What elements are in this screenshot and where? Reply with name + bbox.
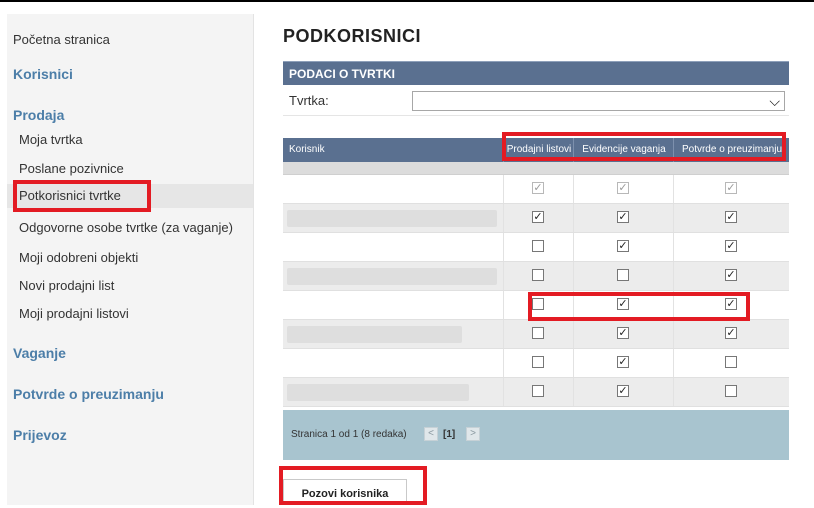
pager: Stranica 1 od 1 (8 redaka) < [1] > — [283, 410, 789, 460]
pager-text: Stranica 1 od 1 (8 redaka) — [291, 429, 407, 440]
user-name-cell — [287, 384, 469, 401]
sidebar-item-home[interactable]: Početna stranica — [13, 32, 110, 47]
table-row[interactable]: ✓ ✓ ✓ — [283, 204, 789, 233]
pager-prev-button[interactable]: < — [424, 427, 438, 441]
checked-checkbox[interactable]: ✓ — [725, 240, 737, 252]
column-header-potvrde[interactable]: Potvrde o preuzimanju — [673, 138, 790, 162]
sidebar-item-poslane-pozivnice[interactable]: Poslane pozivnice — [19, 161, 124, 176]
company-label: Tvrtka: — [289, 93, 329, 108]
main-content: PODKORISNICI PODACI O TVRTKI Tvrtka: ⌵ K… — [283, 0, 789, 505]
unchecked-checkbox[interactable] — [725, 356, 737, 368]
grid-filter-row — [283, 162, 789, 175]
checked-checkbox[interactable]: ✓ — [725, 269, 737, 281]
company-row: Tvrtka: ⌵ — [283, 85, 789, 116]
column-header-korisnik[interactable]: Korisnik — [289, 138, 325, 162]
sidebar-item-potkorisnici-tvrtke[interactable]: Potkorisnici tvrtke — [7, 184, 253, 208]
sidebar-item-odobreni-objekti[interactable]: Moji odobreni objekti — [19, 250, 138, 265]
grid-header: Korisnik Prodajni listovi Evidencije vag… — [283, 138, 789, 162]
sidebar-section-korisnici[interactable]: Korisnici — [13, 66, 73, 82]
unchecked-checkbox[interactable] — [532, 356, 544, 368]
checked-checkbox[interactable]: ✓ — [617, 327, 629, 339]
unchecked-checkbox[interactable] — [532, 240, 544, 252]
unchecked-checkbox[interactable] — [532, 385, 544, 397]
unchecked-checkbox[interactable] — [532, 269, 544, 281]
sidebar-section-prodaja[interactable]: Prodaja — [13, 107, 64, 123]
column-header-prodajni-listovi[interactable]: Prodajni listovi — [503, 138, 574, 162]
sidebar-item-moja-tvrtka[interactable]: Moja tvrtka — [19, 132, 83, 147]
column-header-evidencije-vaganja[interactable]: Evidencije vaganja — [573, 138, 674, 162]
user-name-cell — [287, 268, 497, 285]
table-row[interactable]: ✓ ✓ ✓ — [283, 175, 789, 204]
table-row[interactable]: ✓ — [283, 378, 789, 407]
checked-checkbox[interactable]: ✓ — [617, 385, 629, 397]
user-name-cell — [287, 210, 497, 227]
invite-user-button[interactable]: Pozovi korisnika — [283, 479, 407, 505]
checked-checkbox[interactable]: ✓ — [725, 298, 737, 310]
checked-checkbox[interactable]: ✓ — [725, 327, 737, 339]
checked-checkbox[interactable]: ✓ — [617, 211, 629, 223]
checked-checkbox[interactable]: ✓ — [617, 356, 629, 368]
sidebar-section-vaganje[interactable]: Vaganje — [13, 345, 66, 361]
pager-current-page[interactable]: [1] — [443, 429, 455, 440]
chevron-down-icon: ⌵ — [769, 93, 780, 109]
checked-checkbox[interactable]: ✓ — [725, 211, 737, 223]
checked-checkbox: ✓ — [617, 182, 629, 194]
pager-next-button[interactable]: > — [466, 427, 480, 441]
unchecked-checkbox[interactable] — [532, 327, 544, 339]
checked-checkbox[interactable]: ✓ — [617, 298, 629, 310]
table-row[interactable]: ✓ ✓ — [283, 291, 789, 320]
unchecked-checkbox[interactable] — [725, 385, 737, 397]
sidebar-item-odgovorne-osobe[interactable]: Odgovorne osobe tvrtke (za vaganje) — [19, 220, 233, 235]
page-title: PODKORISNICI — [283, 26, 422, 46]
sidebar-section-potvrde[interactable]: Potvrde o preuzimanju — [13, 386, 164, 402]
checked-checkbox: ✓ — [532, 182, 544, 194]
checked-checkbox[interactable]: ✓ — [617, 240, 629, 252]
user-name-cell — [287, 326, 462, 343]
table-row[interactable]: ✓ ✓ — [283, 233, 789, 262]
sidebar-item-moji-prodajni-listovi[interactable]: Moji prodajni listovi — [19, 306, 129, 321]
sidebar-item-novi-prodajni-list[interactable]: Novi prodajni list — [19, 278, 114, 293]
unchecked-checkbox[interactable] — [617, 269, 629, 281]
checked-checkbox[interactable]: ✓ — [532, 211, 544, 223]
table-row[interactable]: ✓ ✓ — [283, 320, 789, 349]
sidebar: Početna stranica Korisnici Prodaja Moja … — [7, 14, 254, 505]
unchecked-checkbox[interactable] — [532, 298, 544, 310]
checked-checkbox: ✓ — [725, 182, 737, 194]
table-row[interactable]: ✓ — [283, 262, 789, 291]
company-panel-header: PODACI O TVRTKI — [283, 61, 789, 85]
table-row[interactable]: ✓ — [283, 349, 789, 378]
company-select[interactable]: ⌵ — [412, 91, 785, 111]
sidebar-section-prijevoz[interactable]: Prijevoz — [13, 427, 67, 443]
